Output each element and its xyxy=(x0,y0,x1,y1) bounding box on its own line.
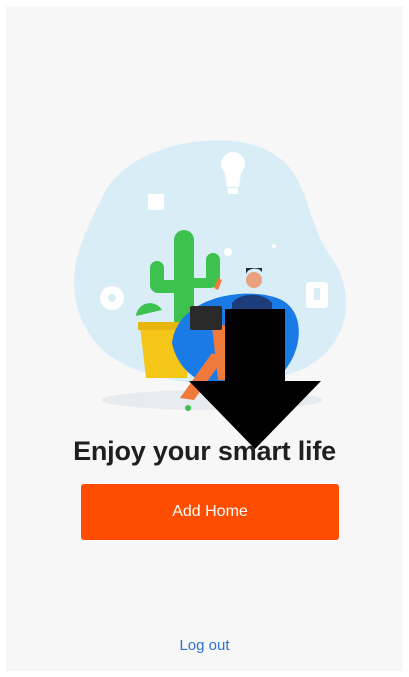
add-home-button[interactable]: Add Home xyxy=(81,484,339,540)
decor-dot xyxy=(224,248,232,256)
down-arrow-icon xyxy=(189,309,321,449)
logout-link[interactable]: Log out xyxy=(6,637,403,654)
decor-dot xyxy=(272,244,276,248)
sensor-icon xyxy=(148,194,164,210)
headline: Enjoy your smart life xyxy=(73,436,336,466)
onboarding-screen: Enjoy your smart life Add Home Log out xyxy=(6,6,403,671)
